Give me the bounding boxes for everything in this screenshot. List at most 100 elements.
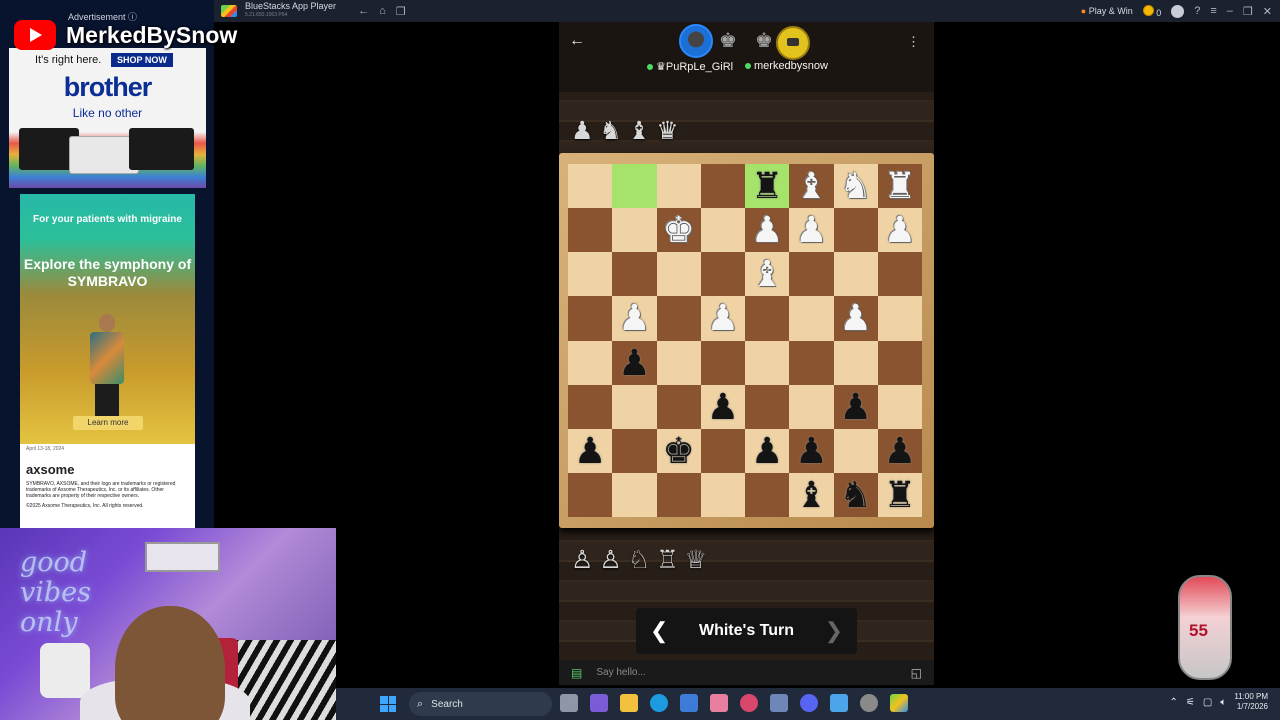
- menu-icon[interactable]: ≡: [1210, 5, 1216, 17]
- chat-input[interactable]: Say hello...: [596, 667, 645, 678]
- board-square[interactable]: [568, 296, 613, 341]
- board-square[interactable]: ♜: [745, 164, 790, 209]
- board-square[interactable]: [700, 164, 745, 209]
- black-pawn-piece[interactable]: ♟: [618, 344, 650, 381]
- board-square[interactable]: ♚: [656, 428, 701, 473]
- board-square[interactable]: ♟: [745, 428, 790, 473]
- multi-instance-icon[interactable]: ❐: [396, 5, 406, 18]
- board-square[interactable]: [877, 340, 922, 385]
- shop-now-button[interactable]: SHOP NOW: [111, 53, 173, 67]
- board-square[interactable]: ♞: [833, 164, 878, 209]
- task-view-icon[interactable]: [560, 694, 578, 712]
- board-square[interactable]: ♟: [568, 428, 613, 473]
- white-pawn-piece[interactable]: ♟: [751, 212, 783, 248]
- discord-icon[interactable]: [800, 694, 818, 712]
- black-king-piece[interactable]: ♚: [662, 432, 694, 469]
- board-square[interactable]: [568, 252, 613, 297]
- board-square[interactable]: [700, 428, 745, 473]
- board-square[interactable]: [745, 296, 790, 341]
- player2-avatar[interactable]: [776, 26, 810, 60]
- black-pawn-piece[interactable]: ♟: [839, 388, 871, 425]
- chat-bar[interactable]: ▤ Say hello... ◱: [559, 660, 934, 685]
- board-square[interactable]: [745, 472, 790, 517]
- board-square[interactable]: ♟: [700, 296, 745, 341]
- board-square[interactable]: ♜: [877, 472, 922, 517]
- board-square[interactable]: [877, 296, 922, 341]
- tray-chevron-icon[interactable]: ⌃: [1170, 697, 1178, 708]
- player1-name[interactable]: ♛PuRpLe_GiRl: [647, 60, 733, 73]
- board-square[interactable]: [745, 384, 790, 429]
- back-arrow-icon[interactable]: ←: [569, 32, 585, 50]
- white-pawn-piece[interactable]: ♟: [839, 300, 871, 336]
- board-square[interactable]: ♞: [833, 472, 878, 517]
- board-square[interactable]: [612, 208, 657, 253]
- back-icon[interactable]: ←: [358, 5, 369, 18]
- black-rook-piece[interactable]: ♜: [884, 476, 916, 513]
- board-square[interactable]: ♟: [833, 384, 878, 429]
- board-square[interactable]: [612, 428, 657, 473]
- black-pawn-piece[interactable]: ♟: [751, 432, 783, 469]
- board-square[interactable]: ♟: [789, 208, 834, 253]
- home-icon[interactable]: ⌂: [379, 5, 386, 18]
- chess-board[interactable]: ♜ ♝ ♞ ♜ ♚ ♟ ♟ ♟ ♝ ♟ ♟ ♟ ♟ ♟ ♟ ♟ ♚ ♟ ♟ ♟ ♝ ♞ ♜: [568, 164, 922, 517]
- board-square[interactable]: [833, 340, 878, 385]
- restore-icon[interactable]: ❐: [1243, 5, 1253, 18]
- white-pawn-piece[interactable]: ♟: [707, 300, 739, 336]
- board-square[interactable]: [568, 472, 613, 517]
- white-king-piece[interactable]: ♚: [662, 212, 694, 248]
- minimize-icon[interactable]: –: [1227, 5, 1233, 17]
- board-square[interactable]: ♟: [833, 296, 878, 341]
- volume-icon[interactable]: 🔈︎: [1220, 697, 1226, 708]
- side-badge[interactable]: 55: [1178, 575, 1232, 680]
- player2-name[interactable]: merkedbysnow: [745, 60, 828, 72]
- black-pawn-piece[interactable]: ♟: [795, 432, 827, 469]
- white-knight-piece[interactable]: ♞: [839, 168, 871, 204]
- bluestacks-taskbar-icon[interactable]: [890, 694, 908, 712]
- board-square[interactable]: [877, 252, 922, 297]
- windows-start-icon[interactable]: [380, 696, 396, 712]
- board-square[interactable]: ♚: [656, 208, 701, 253]
- board-square[interactable]: [700, 208, 745, 253]
- white-pawn-piece[interactable]: ♟: [618, 300, 650, 336]
- board-square[interactable]: ♟: [877, 208, 922, 253]
- board-square[interactable]: [656, 252, 701, 297]
- board-square[interactable]: ♝: [789, 472, 834, 517]
- board-square[interactable]: ♟: [789, 428, 834, 473]
- sticker-icon[interactable]: ◱: [911, 666, 922, 680]
- clock[interactable]: 11:00 PM 1/7/2026: [1234, 692, 1268, 712]
- board-square[interactable]: [789, 340, 834, 385]
- notepad-icon[interactable]: [830, 694, 848, 712]
- more-options-icon[interactable]: ⋮: [907, 34, 920, 50]
- symbravo-ad[interactable]: For your patients with migraine Explore …: [20, 194, 195, 444]
- white-bishop-piece[interactable]: ♝: [795, 168, 827, 204]
- board-square[interactable]: [877, 384, 922, 429]
- board-square[interactable]: [833, 252, 878, 297]
- display-icon[interactable]: ▢: [1203, 697, 1212, 708]
- axsome-ad[interactable]: April 13-18, 2024 axsome SYMBRAVO, AXSOM…: [20, 444, 195, 528]
- board-square[interactable]: ♟: [877, 428, 922, 473]
- edge-icon[interactable]: [650, 694, 668, 712]
- black-pawn-piece[interactable]: ♟: [884, 432, 916, 469]
- board-square[interactable]: [789, 384, 834, 429]
- board-square[interactable]: [612, 252, 657, 297]
- learn-more-button[interactable]: Learn more: [73, 416, 143, 430]
- board-square[interactable]: [612, 472, 657, 517]
- close-icon[interactable]: ✕: [1263, 5, 1272, 18]
- board-square[interactable]: [568, 340, 613, 385]
- app-icon[interactable]: [770, 694, 788, 712]
- board-square[interactable]: [833, 208, 878, 253]
- board-square[interactable]: ♝: [745, 252, 790, 297]
- next-move-button[interactable]: ❯: [825, 618, 843, 644]
- board-square[interactable]: [656, 340, 701, 385]
- app-icon[interactable]: [710, 694, 728, 712]
- board-square[interactable]: [833, 428, 878, 473]
- file-explorer-icon[interactable]: [620, 694, 638, 712]
- board-square[interactable]: [700, 252, 745, 297]
- black-pawn-piece[interactable]: ♟: [707, 388, 739, 425]
- black-bishop-piece[interactable]: ♝: [795, 476, 827, 513]
- board-square[interactable]: ♟: [612, 340, 657, 385]
- board-square[interactable]: [745, 340, 790, 385]
- board-square[interactable]: ♟: [612, 296, 657, 341]
- board-square[interactable]: [612, 384, 657, 429]
- network-icon[interactable]: ⚟: [1186, 697, 1195, 708]
